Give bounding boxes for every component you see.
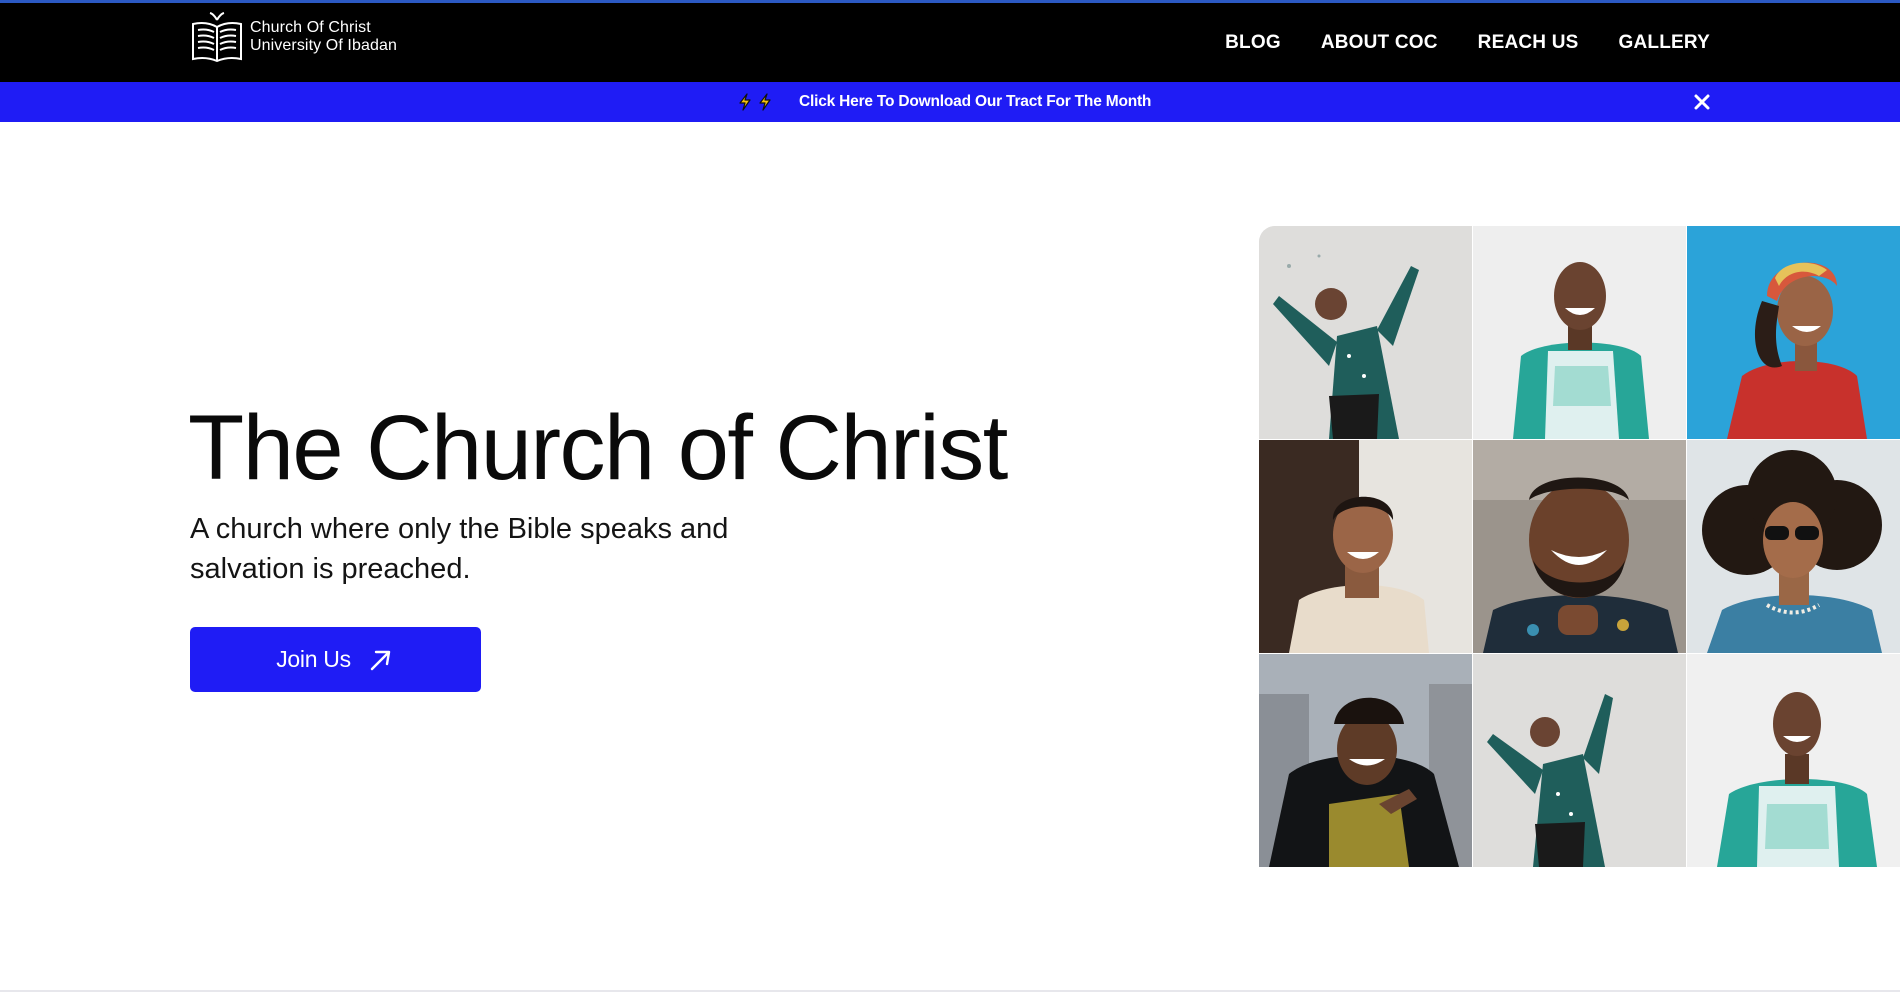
- smiling-man-jersey-photo: [1473, 226, 1686, 439]
- nav-about-coc[interactable]: ABOUT COC: [1321, 32, 1438, 54]
- download-tract-link[interactable]: Click Here To Download Our Tract For The…: [737, 82, 1151, 122]
- nav-reach-us[interactable]: REACH US: [1478, 32, 1579, 54]
- brand-name: Church Of Christ University Of Ibadan: [250, 19, 397, 55]
- lightning-icon: [759, 93, 771, 111]
- banner-text: Click Here To Download Our Tract For The…: [799, 93, 1152, 110]
- woman-headwrap-photo: [1687, 226, 1900, 439]
- brand-logo-link[interactable]: Church Of Christ University Of Ibadan: [190, 12, 397, 62]
- announcement-banner: Click Here To Download Our Tract For The…: [0, 82, 1900, 122]
- photo-gallery-grid: [1259, 226, 1900, 869]
- navbar: Church Of Christ University Of Ibadan BL…: [0, 3, 1900, 82]
- close-icon[interactable]: [1690, 90, 1714, 114]
- lightning-icon: [739, 93, 751, 111]
- join-us-button[interactable]: Join Us: [190, 627, 481, 692]
- person-celebrating-photo: [1473, 654, 1686, 867]
- laughing-woman-braids-photo: [1259, 654, 1472, 867]
- open-book-icon: [192, 12, 242, 62]
- brand-line-1: Church Of Christ: [250, 19, 371, 36]
- hero-title: The Church of Christ: [188, 397, 1008, 499]
- smiling-man-jersey-photo: [1687, 654, 1900, 867]
- brand-line-2: University Of Ibadan: [250, 37, 397, 54]
- smiling-young-man-photo: [1259, 440, 1472, 653]
- person-celebrating-photo: [1259, 226, 1472, 439]
- main-nav: BLOG ABOUT COC REACH US GALLERY: [1185, 3, 1710, 82]
- laughing-bearded-man-photo: [1473, 440, 1686, 653]
- join-us-label: Join Us: [276, 646, 351, 672]
- arrow-up-right-icon: [370, 650, 390, 670]
- nav-gallery[interactable]: GALLERY: [1619, 32, 1710, 54]
- nav-blog[interactable]: BLOG: [1225, 32, 1281, 54]
- hero-subtitle: A church where only the Bible speaks and…: [190, 513, 729, 585]
- man-sunglasses-photo: [1687, 440, 1900, 653]
